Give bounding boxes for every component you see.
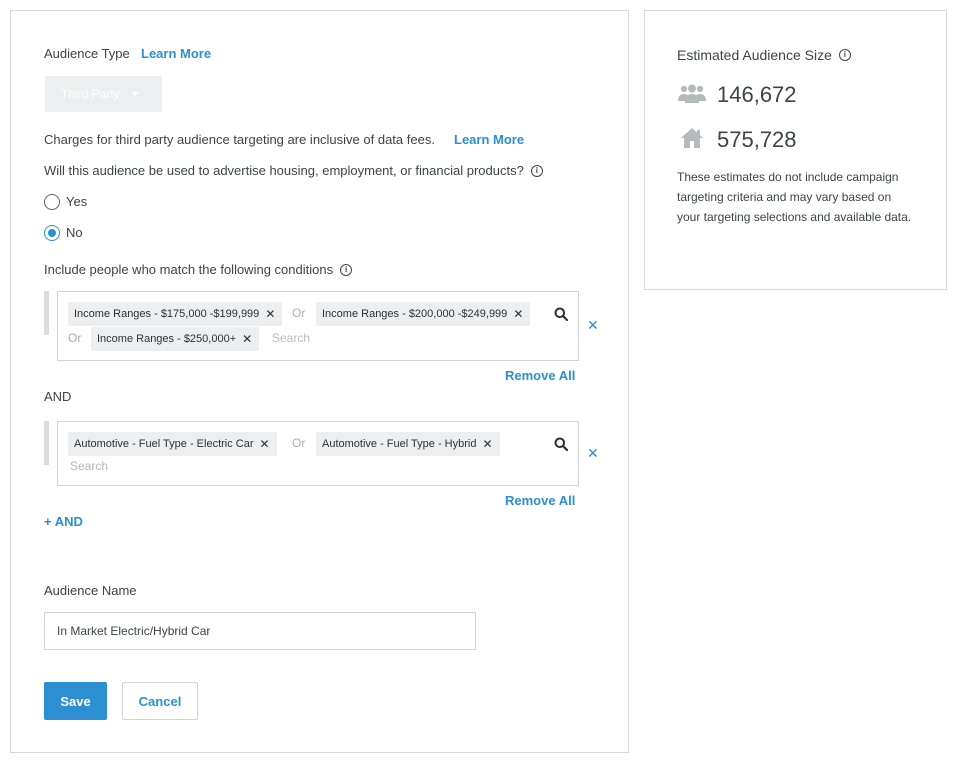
info-icon[interactable]: i: [530, 164, 543, 177]
chip-remove-icon[interactable]: ✕: [513, 307, 523, 321]
condition-chip: Automotive - Fuel Type - Electric Car ✕: [68, 432, 277, 456]
or-separator: Or: [292, 306, 306, 320]
remove-all-link[interactable]: Remove All: [505, 368, 575, 383]
estimated-audience-panel: Estimated Audience Size i 146,672 575,728…: [644, 10, 947, 290]
audience-type-dropdown[interactable]: Third Party: [45, 76, 162, 112]
estimate-note: These estimates do not include campaign …: [677, 170, 912, 224]
condition-search-input[interactable]: Search: [272, 331, 310, 345]
caret-down-icon: [130, 92, 139, 96]
condition-chip: Automotive - Fuel Type - Hybrid ✕: [316, 432, 500, 456]
radio-no[interactable]: [44, 225, 60, 241]
or-separator: Or: [292, 436, 306, 450]
audience-name-input[interactable]: [44, 612, 476, 650]
chip-label: Income Ranges - $175,000 -$199,999: [74, 308, 260, 320]
condition-group-1[interactable]: Income Ranges - $175,000 -$199,999 ✕ Or I…: [57, 291, 579, 361]
chip-remove-icon[interactable]: ✕: [482, 437, 492, 451]
audience-type-dropdown-value: Third Party: [61, 87, 120, 101]
conditions-heading: Include people who match the following c…: [44, 262, 353, 277]
condition-group-2[interactable]: Automotive - Fuel Type - Electric Car ✕ O…: [57, 421, 579, 486]
remove-all-link[interactable]: Remove All: [505, 493, 575, 508]
estimate-title-text: Estimated Audience Size: [677, 47, 832, 63]
audience-name-label: Audience Name: [44, 583, 137, 598]
chip-label: Income Ranges - $200,000 -$249,999: [322, 308, 508, 320]
radio-no-label: No: [66, 225, 83, 240]
radio-yes[interactable]: [44, 194, 60, 210]
info-icon[interactable]: i: [340, 263, 353, 276]
chip-remove-icon[interactable]: ✕: [265, 307, 275, 321]
house-icon: [681, 128, 703, 148]
condition-search-input[interactable]: Search: [70, 459, 108, 473]
audience-type-label: Audience Type: [44, 46, 130, 61]
info-icon[interactable]: i: [838, 49, 851, 62]
search-icon[interactable]: [554, 307, 568, 321]
condition-chip: Income Ranges - $250,000+ ✕: [91, 327, 260, 351]
chip-label: Automotive - Fuel Type - Hybrid: [322, 438, 477, 450]
add-and-condition-button[interactable]: + AND: [44, 514, 83, 529]
chip-remove-icon[interactable]: ✕: [260, 437, 270, 451]
regulated-question: Will this audience be used to advertise …: [44, 163, 543, 178]
and-separator: AND: [44, 389, 72, 404]
audience-type-learn-more-link[interactable]: Learn More: [141, 46, 211, 61]
audience-form-panel: Audience Type Learn More Third Party Cha…: [10, 10, 629, 753]
or-separator: Or: [68, 331, 82, 345]
condition-chip: Income Ranges - $175,000 -$199,999 ✕: [68, 302, 283, 326]
condition-group-bar: [44, 421, 49, 465]
people-count: 146,672: [717, 82, 797, 107]
household-count: 575,728: [717, 127, 797, 152]
conditions-heading-text: Include people who match the following c…: [44, 262, 334, 277]
chip-label: Income Ranges - $250,000+: [97, 333, 237, 345]
save-button[interactable]: Save: [44, 682, 107, 720]
remove-condition-group-icon[interactable]: ✕: [587, 445, 599, 462]
condition-chip: Income Ranges - $200,000 -$249,999 ✕: [316, 302, 531, 326]
search-icon[interactable]: [554, 437, 568, 451]
estimate-title: Estimated Audience Size i: [677, 47, 851, 63]
charges-learn-more-link[interactable]: Learn More: [454, 132, 524, 147]
charges-note: Charges for third party audience targeti…: [44, 132, 435, 147]
regulated-question-text: Will this audience be used to advertise …: [44, 163, 524, 178]
chip-remove-icon[interactable]: ✕: [242, 332, 252, 346]
people-icon: [678, 84, 706, 103]
radio-yes-label: Yes: [66, 194, 88, 209]
remove-condition-group-icon[interactable]: ✕: [587, 317, 599, 334]
cancel-button[interactable]: Cancel: [122, 682, 198, 720]
chip-label: Automotive - Fuel Type - Electric Car: [74, 438, 254, 450]
condition-group-bar: [44, 291, 49, 335]
